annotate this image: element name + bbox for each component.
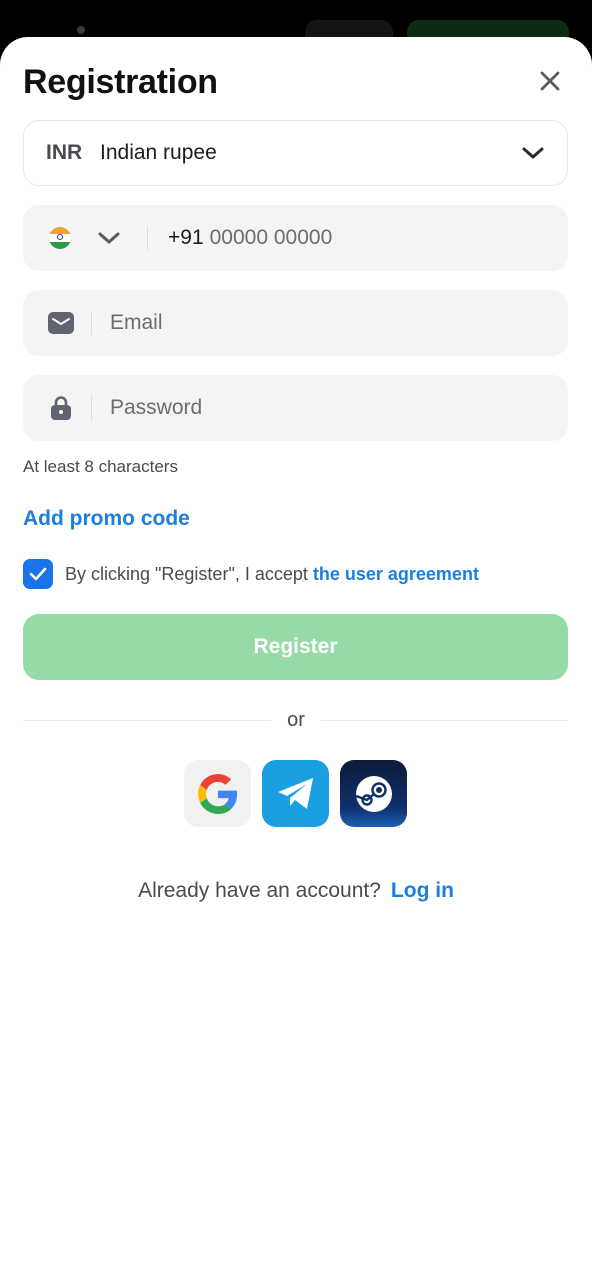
steam-login-button[interactable] — [340, 760, 407, 827]
login-row: Already have an account? Log in — [0, 879, 592, 903]
register-button[interactable]: Register — [23, 614, 568, 680]
email-input[interactable] — [110, 311, 530, 335]
phone-prefix: +91 — [168, 226, 204, 249]
password-hint: At least 8 characters — [23, 457, 178, 476]
background-dot — [77, 26, 85, 34]
password-input[interactable] — [110, 396, 530, 420]
phone-field: +91 — [23, 205, 568, 271]
agreement-row: By clicking "Register", I accept the use… — [23, 559, 479, 589]
password-field — [23, 375, 568, 441]
india-flag-icon — [49, 227, 71, 249]
registration-sheet: Registration INR Indian rupee +91 00000 … — [0, 37, 592, 1280]
divider-line — [23, 720, 271, 721]
page-title: Registration — [23, 63, 218, 101]
close-icon — [540, 71, 560, 91]
currency-code: INR — [46, 141, 83, 164]
user-agreement-link[interactable]: the user agreement — [313, 564, 479, 585]
divider-line — [321, 720, 568, 721]
field-divider — [147, 226, 148, 250]
login-link[interactable]: Log in — [391, 879, 454, 902]
field-divider — [91, 311, 92, 335]
close-button[interactable] — [532, 63, 568, 99]
chevron-down-icon — [522, 147, 544, 159]
lock-icon — [48, 395, 74, 421]
currency-name: Indian rupee — [100, 141, 217, 164]
or-divider-label: or — [287, 709, 305, 731]
country-code-select[interactable] — [97, 230, 121, 246]
agreement-checkbox[interactable] — [23, 559, 53, 589]
mail-icon — [48, 312, 74, 334]
steam-icon — [355, 775, 392, 812]
currency-select[interactable]: INR Indian rupee — [23, 120, 568, 186]
telegram-icon — [277, 777, 313, 809]
checkmark-icon — [29, 567, 47, 581]
chevron-down-icon — [98, 232, 120, 244]
field-divider — [91, 396, 92, 420]
login-question: Already have an account? — [138, 879, 381, 902]
telegram-login-button[interactable] — [262, 760, 329, 827]
google-icon — [197, 773, 237, 814]
phone-input[interactable] — [209, 226, 510, 250]
agreement-text: By clicking "Register", I accept — [65, 563, 308, 584]
email-field — [23, 290, 568, 356]
google-login-button[interactable] — [184, 760, 251, 827]
add-promo-code-link[interactable]: Add promo code — [23, 507, 190, 531]
